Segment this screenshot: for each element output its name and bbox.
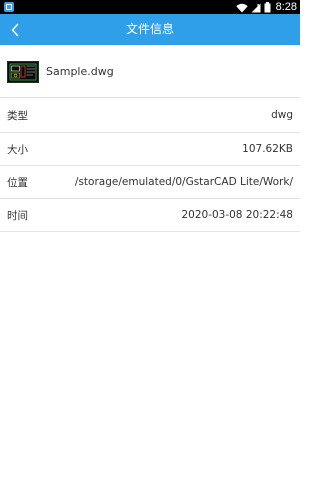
info-row-size: 大小 107.62KB (0, 133, 300, 166)
info-row-type: 类型 dwg (0, 98, 300, 133)
type-value: dwg (271, 109, 293, 121)
file-name: Sample.dwg (46, 65, 114, 78)
info-row-location: 位置 /storage/emulated/0/GstarCAD Lite/Wor… (0, 166, 300, 199)
type-label: 类型 (7, 109, 28, 122)
size-label: 大小 (7, 143, 28, 156)
back-button[interactable] (2, 14, 28, 45)
location-label: 位置 (7, 176, 28, 189)
time-label: 时间 (7, 209, 28, 222)
location-value: /storage/emulated/0/GstarCAD Lite/Work/ (74, 176, 293, 188)
page-title: 文件信息 (125, 22, 174, 36)
file-header: Sample.dwg (0, 45, 300, 98)
app-notification-icon (4, 2, 14, 12)
status-time: 8:28 (275, 1, 297, 13)
dwg-thumbnail-icon (7, 61, 39, 83)
app-bar: 文件信息 (0, 14, 300, 45)
size-value: 107.62KB (242, 143, 293, 155)
status-bar: 8:28 (0, 0, 300, 14)
info-row-time: 时间 2020-03-08 20:22:48 (0, 199, 300, 232)
time-value: 2020-03-08 20:22:48 (181, 209, 293, 221)
chevron-left-icon (11, 23, 19, 36)
